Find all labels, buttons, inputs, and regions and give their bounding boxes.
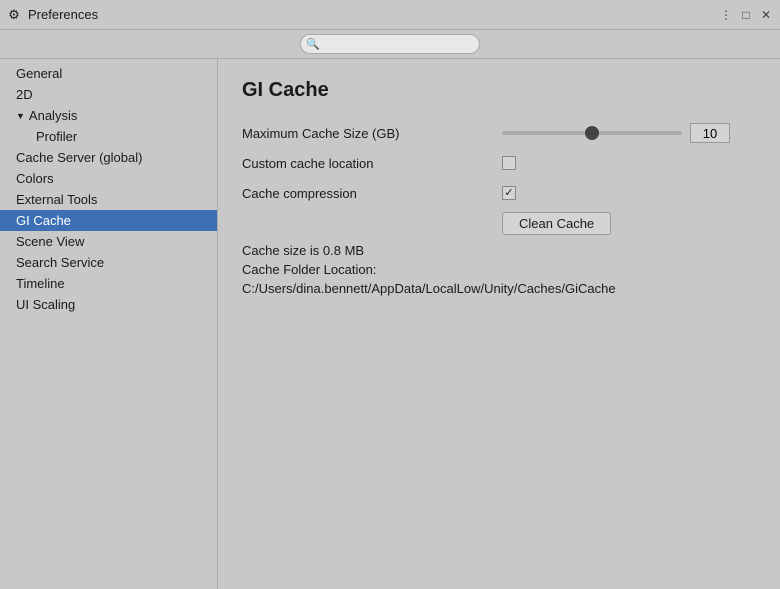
sidebar-item-analysis[interactable]: ▼ Analysis (0, 105, 217, 126)
sidebar-item-label: Cache Server (global) (16, 150, 142, 165)
expand-icon: ▼ (16, 111, 25, 121)
sidebar-item-scene-view[interactable]: Scene View (0, 231, 217, 252)
window-title: Preferences (28, 7, 98, 22)
sidebar-item-general[interactable]: General (0, 63, 217, 84)
sidebar-item-label: Colors (16, 171, 54, 186)
title-bar-controls: ⋮ □ ✕ (718, 7, 774, 23)
max-cache-control (502, 123, 730, 143)
max-cache-row: Maximum Cache Size (GB) (242, 122, 756, 144)
cache-compression-label: Cache compression (242, 186, 502, 201)
sidebar-item-label: Scene View (16, 234, 84, 249)
sidebar-item-2d[interactable]: 2D (0, 84, 217, 105)
sidebar-item-label: Timeline (16, 276, 65, 291)
custom-cache-row: Custom cache location (242, 152, 756, 174)
main-layout: General 2D ▼ Analysis Profiler Cache Ser… (0, 59, 780, 589)
max-cache-slider[interactable] (502, 131, 682, 135)
search-bar: 🔍 (0, 30, 780, 59)
page-title: GI Cache (242, 79, 756, 102)
custom-cache-control (502, 156, 516, 170)
title-bar-left: ⚙ Preferences (6, 7, 98, 23)
sidebar-item-label: Profiler (36, 129, 77, 144)
custom-cache-checkbox[interactable] (502, 156, 516, 170)
sidebar-item-label: Search Service (16, 255, 104, 270)
cache-folder-label: Cache Folder Location: (242, 262, 756, 277)
sidebar-item-ui-scaling[interactable]: UI Scaling (0, 294, 217, 315)
sidebar-item-colors[interactable]: Colors (0, 168, 217, 189)
close-button[interactable]: ✕ (758, 7, 774, 23)
cache-folder-path: C:/Users/dina.bennett/AppData/LocalLow/U… (242, 281, 756, 296)
sidebar-item-search-service[interactable]: Search Service (0, 252, 217, 273)
max-cache-label: Maximum Cache Size (GB) (242, 126, 502, 141)
menu-button[interactable]: ⋮ (718, 7, 734, 23)
cache-compression-checkbox[interactable] (502, 186, 516, 200)
sidebar-item-label: Analysis (29, 108, 77, 123)
cache-compression-control (502, 186, 516, 200)
sidebar-item-timeline[interactable]: Timeline (0, 273, 217, 294)
sidebar-item-profiler[interactable]: Profiler (0, 126, 217, 147)
title-bar: ⚙ Preferences ⋮ □ ✕ (0, 0, 780, 30)
sidebar-item-external-tools[interactable]: External Tools (0, 189, 217, 210)
sidebar-item-label: External Tools (16, 192, 97, 207)
sidebar-item-label: UI Scaling (16, 297, 75, 312)
sidebar-item-cache-server[interactable]: Cache Server (global) (0, 147, 217, 168)
search-input[interactable] (300, 34, 480, 54)
sidebar-item-gi-cache[interactable]: GI Cache (0, 210, 217, 231)
content-area: GI Cache Maximum Cache Size (GB) Custom … (218, 59, 780, 589)
custom-cache-label: Custom cache location (242, 156, 502, 171)
maximize-button[interactable]: □ (738, 7, 754, 23)
cache-compression-row: Cache compression (242, 182, 756, 204)
clean-cache-button[interactable]: Clean Cache (502, 212, 611, 235)
gear-icon: ⚙ (6, 7, 22, 23)
search-icon: 🔍 (306, 38, 320, 51)
sidebar-item-label: 2D (16, 87, 33, 102)
clean-cache-row: Clean Cache (242, 212, 756, 235)
sidebar-item-label: GI Cache (16, 213, 71, 228)
search-wrapper: 🔍 (300, 34, 480, 54)
max-cache-value-input[interactable] (690, 123, 730, 143)
sidebar: General 2D ▼ Analysis Profiler Cache Ser… (0, 59, 218, 589)
sidebar-item-label: General (16, 66, 62, 81)
cache-size-text: Cache size is 0.8 MB (242, 243, 756, 258)
